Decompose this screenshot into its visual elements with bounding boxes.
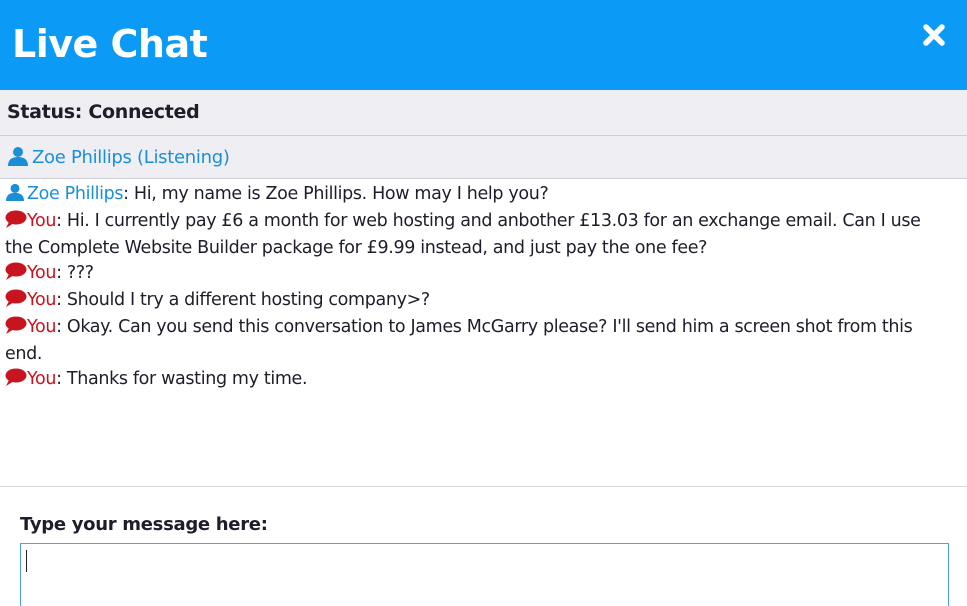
chat-message: You: Hi. I currently pay £6 a month for … bbox=[5, 210, 921, 258]
speech-bubble-icon bbox=[5, 316, 27, 342]
message-text: Okay. Can you send this conversation to … bbox=[5, 317, 913, 364]
message-text: Should I try a different hosting company… bbox=[66, 290, 430, 310]
message-sender: You bbox=[27, 211, 57, 231]
message-text: ??? bbox=[66, 263, 94, 283]
person-icon bbox=[5, 183, 27, 209]
chat-message: You: Thanks for wasting my time. bbox=[0, 367, 967, 394]
message-text: Thanks for wasting my time. bbox=[66, 369, 308, 389]
message-input[interactable] bbox=[20, 543, 949, 606]
status-bar: Status: Connected bbox=[0, 90, 967, 136]
chat-message: You: Should I try a different hosting co… bbox=[0, 288, 967, 315]
agent-status-label: Zoe Phillips (Listening) bbox=[32, 147, 230, 168]
message-sender: Zoe Phillips bbox=[27, 184, 124, 204]
speech-bubble-icon bbox=[5, 262, 27, 288]
speech-bubble-icon bbox=[5, 210, 27, 236]
live-chat-window: Live Chat Status: Connected Zoe Phillips… bbox=[0, 0, 967, 606]
chat-transcript[interactable]: Zoe Phillips: Hi, my name is Zoe Phillip… bbox=[0, 182, 967, 487]
message-sender: You bbox=[27, 290, 57, 310]
message-text: Hi, my name is Zoe Phillips. How may I h… bbox=[133, 184, 549, 204]
chat-message: Zoe Phillips: Hi, my name is Zoe Phillip… bbox=[0, 182, 967, 209]
chat-header: Live Chat bbox=[0, 0, 967, 90]
chat-message: You: ??? bbox=[0, 261, 967, 288]
message-sender: You bbox=[27, 263, 57, 283]
speech-bubble-icon bbox=[5, 368, 27, 394]
composer: Type your message here: bbox=[0, 488, 967, 606]
message-text: Hi. I currently pay £6 a month for web h… bbox=[5, 211, 921, 258]
close-icon bbox=[923, 24, 945, 46]
message-input-label: Type your message here: bbox=[20, 514, 268, 535]
chat-message: You: Okay. Can you send this conversatio… bbox=[5, 316, 913, 364]
person-icon bbox=[8, 146, 28, 170]
text-caret bbox=[26, 550, 27, 572]
message-sender: You bbox=[27, 369, 57, 389]
connection-status: Status: Connected bbox=[7, 101, 200, 123]
message-sender: You bbox=[27, 317, 57, 337]
speech-bubble-icon bbox=[5, 289, 27, 315]
agent-bar: Zoe Phillips (Listening) bbox=[0, 136, 967, 179]
close-button[interactable] bbox=[921, 22, 947, 48]
chat-title: Live Chat bbox=[12, 22, 208, 66]
